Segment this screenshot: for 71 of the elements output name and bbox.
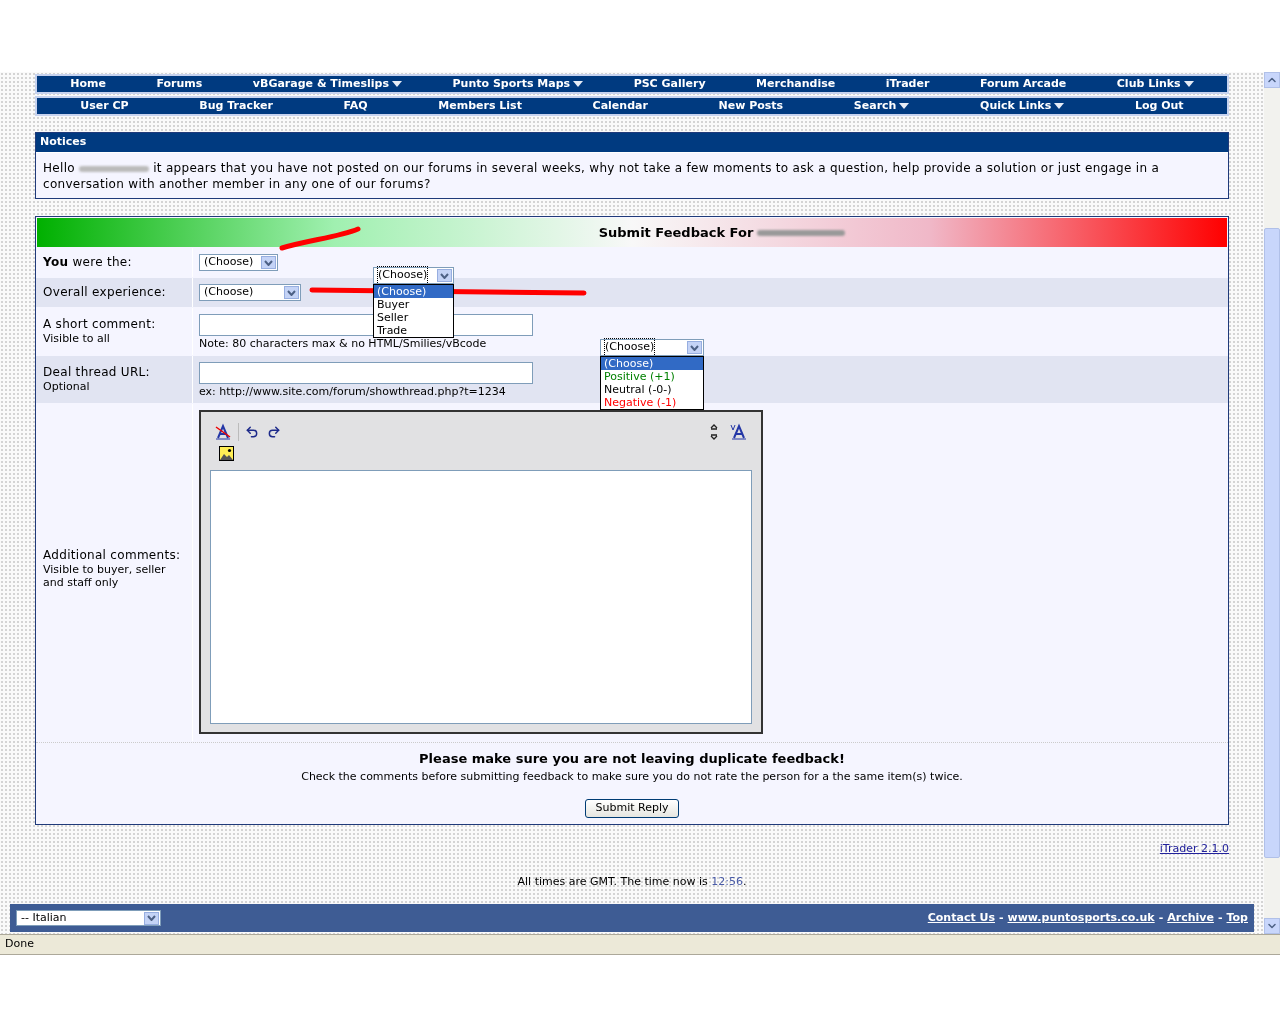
undo-icon[interactable] — [245, 425, 259, 439]
nav-link[interactable]: New Posts — [718, 97, 784, 115]
nav-link[interactable]: Home — [70, 75, 106, 93]
field-note: Note: 80 characters max & no HTML/Smilies/vBcode — [199, 337, 487, 351]
scroll-thumb[interactable] — [1264, 228, 1280, 858]
field-hint: Visible to all — [43, 332, 111, 345]
nav-link[interactable]: Members List — [438, 97, 522, 115]
feedback-title: Submit Feedback For — [598, 223, 754, 242]
dropdown-select[interactable]: (Choose) — [600, 339, 704, 356]
warning-text: Check the comments before submitting feedback to make sure you do not rate the person for a the same item(s) twice. — [301, 768, 963, 785]
submit-button[interactable]: Submit Reply — [584, 799, 680, 818]
link-separator: - — [1158, 909, 1164, 926]
field-label: Additional comments: — [43, 548, 182, 563]
nav-link[interactable]: Search — [853, 97, 910, 115]
nav-link[interactable]: PSC Gallery — [633, 75, 706, 93]
nav-link[interactable]: iTrader — [885, 75, 930, 93]
version-link[interactable]: iTrader 2.1.0 — [1159, 841, 1229, 858]
field-label: A short comment: — [43, 317, 157, 332]
dropdown-option[interactable]: Trade — [374, 324, 453, 337]
scroll-up-icon[interactable] — [1264, 72, 1280, 88]
image-icon[interactable] — [219, 445, 234, 461]
text-input[interactable] — [199, 362, 533, 384]
nav-link[interactable]: Merchandise — [756, 75, 836, 93]
nav-link[interactable]: Quick Links — [980, 97, 1065, 115]
footer-link[interactable]: www.puntosports.co.uk — [1007, 909, 1155, 927]
dropdown-select[interactable]: (Choose) — [373, 267, 454, 284]
nav-link[interactable]: FAQ — [343, 97, 368, 115]
nav-link[interactable]: Calendar — [592, 97, 648, 115]
dropdown-select[interactable]: (Choose) — [199, 254, 278, 271]
dropdown-arrow-icon — [437, 269, 452, 282]
nav-link[interactable]: Forums — [156, 75, 203, 93]
dropdown-option[interactable]: Negative (-1) — [601, 396, 703, 409]
dropdown-arrow-icon — [261, 256, 276, 269]
field-note: ex: http://www.site.com/forum/showthread.php?t=1234 — [199, 385, 506, 399]
footer-link[interactable]: Top — [1226, 909, 1248, 927]
field-hint: Visible to buyer, seller and staff only — [43, 563, 167, 589]
field-label: Overall experience: — [43, 285, 167, 300]
font-size-icon[interactable] — [730, 423, 748, 441]
nav-link[interactable]: vBGarage & Timeslips — [252, 75, 402, 93]
dropdown-option[interactable]: Positive (+1) — [601, 370, 703, 383]
link-separator: - — [1217, 909, 1223, 926]
dropdown-option[interactable]: (Choose) — [601, 357, 703, 370]
redo-icon[interactable] — [267, 425, 281, 439]
notices-title: Notices — [36, 133, 1228, 153]
nav-link[interactable]: Bug Tracker — [199, 97, 273, 115]
nav-link[interactable]: Forum Arcade — [979, 75, 1067, 93]
time-text: All times are GMT. The time now is 12:56. — [516, 873, 748, 890]
nav-link[interactable]: Club Links — [1116, 75, 1194, 93]
field-label: Deal thread URL: — [43, 365, 151, 380]
dropdown-arrow-icon — [687, 341, 702, 354]
dropdown-option[interactable]: Seller — [374, 311, 453, 324]
nav-link[interactable]: Punto Sports Maps — [452, 75, 584, 93]
status-text: Done — [5, 936, 34, 953]
field-label: You were the: — [43, 255, 133, 270]
field-hint: Optional — [43, 380, 91, 393]
dropdown-option[interactable]: Buyer — [374, 298, 453, 311]
link-separator: - — [998, 909, 1004, 926]
remove-format-icon[interactable] — [214, 423, 232, 441]
scroll-down-icon[interactable] — [1264, 918, 1280, 934]
footer-link[interactable]: Contact Us — [927, 909, 995, 927]
resize-icon[interactable] — [710, 423, 718, 441]
notice-text: Hello it appears that you have not posted on our forums in several weeks, why not take a few moments to ask a question, help provide a solution or just engage in a conversation with another member in any one of our forums? — [42, 160, 1161, 193]
dropdown-option[interactable]: Neutral (-0-) — [601, 383, 703, 396]
nav-link[interactable]: User CP — [80, 97, 129, 115]
dropdown-option[interactable]: (Choose) — [374, 285, 453, 298]
language-select[interactable]: -- Italian — [16, 910, 161, 926]
dropdown-arrow-icon — [284, 286, 299, 299]
dropdown-select[interactable]: (Choose) — [199, 284, 301, 301]
nav-link[interactable]: Log Out — [1134, 97, 1184, 115]
warning-title: Please make sure you are not leaving duplicate feedback! — [419, 750, 845, 768]
footer-link[interactable]: Archive — [1167, 909, 1214, 927]
